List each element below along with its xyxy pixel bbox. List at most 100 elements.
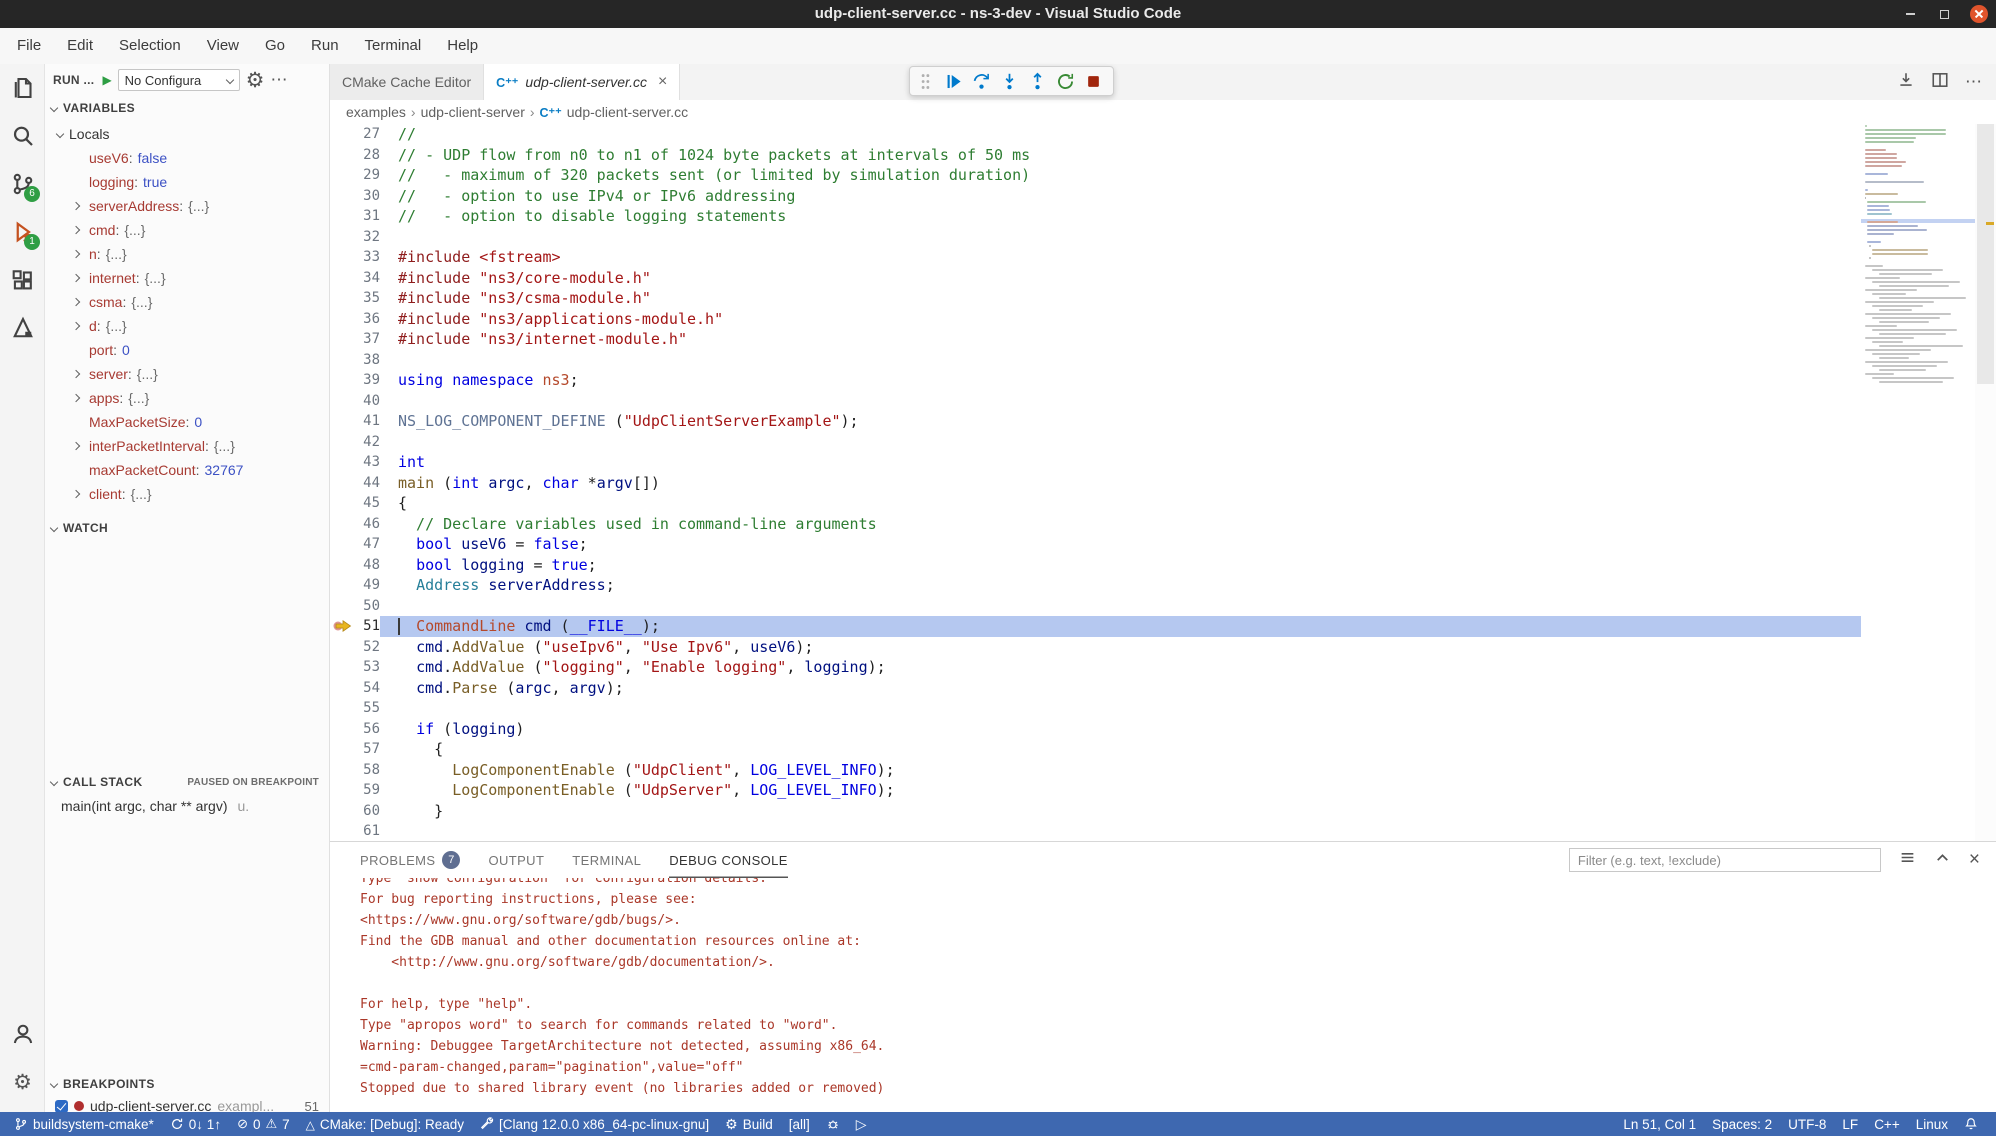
debug-config-dropdown[interactable]: No Configura <box>118 69 240 91</box>
problems-status-item[interactable]: 0 7 <box>229 1112 298 1136</box>
line-number[interactable]: 54 <box>330 678 380 699</box>
line-number[interactable]: 33 <box>330 247 380 268</box>
eol-item[interactable]: LF <box>1834 1112 1866 1136</box>
variable-row-port[interactable]: port:0 <box>45 338 329 362</box>
code-line-29[interactable]: 29// - maximum of 320 packets sent (or l… <box>330 165 1861 186</box>
code-line-37[interactable]: 37#include "ns3/internet-module.h" <box>330 329 1861 350</box>
menu-go[interactable]: Go <box>252 28 298 64</box>
line-number[interactable]: 50 <box>330 596 380 617</box>
variable-row-logging[interactable]: logging:true <box>45 170 329 194</box>
code-line-39[interactable]: 39using namespace ns3; <box>330 370 1861 391</box>
line-number[interactable]: 57 <box>330 739 380 760</box>
code-line-33[interactable]: 33#include <fstream> <box>330 247 1861 268</box>
line-number[interactable]: 41 <box>330 411 380 432</box>
line-number[interactable]: 29 <box>330 165 380 186</box>
source-control-icon[interactable]: 6 <box>0 160 45 208</box>
tab-problems[interactable]: PROBLEMS 7 <box>360 842 460 878</box>
variable-row-maxPacketCount[interactable]: maxPacketCount:32767 <box>45 458 329 482</box>
account-icon[interactable] <box>0 1010 45 1058</box>
editor-scrollbar[interactable] <box>1975 124 1996 841</box>
menu-view[interactable]: View <box>194 28 252 64</box>
more-actions-icon[interactable] <box>271 70 288 90</box>
call-stack-frame[interactable]: main(int argc, char ** argv) u. <box>45 794 329 818</box>
menu-selection[interactable]: Selection <box>106 28 194 64</box>
close-tab-icon[interactable] <box>658 74 667 90</box>
code-line-30[interactable]: 30// - option to use IPv4 or IPv6 addres… <box>330 186 1861 207</box>
breadcrumb-file[interactable]: udp-client-server.cc <box>567 104 688 120</box>
code-line-61[interactable]: 61 <box>330 821 1861 841</box>
watch-section-header[interactable]: WATCH <box>45 516 329 540</box>
variables-section-header[interactable]: VARIABLES <box>45 96 329 120</box>
menu-run[interactable]: Run <box>298 28 352 64</box>
variable-row-apps[interactable]: apps:{...} <box>45 386 329 410</box>
code-line-50[interactable]: 50 <box>330 596 1861 617</box>
code-line-57[interactable]: 57 { <box>330 739 1861 760</box>
minimap[interactable] <box>1861 124 1975 841</box>
line-number[interactable]: 56 <box>330 719 380 740</box>
code-line-32[interactable]: 32 <box>330 227 1861 248</box>
line-number[interactable]: 42 <box>330 432 380 453</box>
menu-terminal[interactable]: Terminal <box>352 28 435 64</box>
line-number[interactable]: 52 <box>330 637 380 658</box>
variable-row-server[interactable]: server:{...} <box>45 362 329 386</box>
code-line-54[interactable]: 54 cmd.Parse (argc, argv); <box>330 678 1861 699</box>
code-line-43[interactable]: 43int <box>330 452 1861 473</box>
code-line-48[interactable]: 48 bool logging = true; <box>330 555 1861 576</box>
code-line-56[interactable]: 56 if (logging) <box>330 719 1861 740</box>
step-into-icon[interactable] <box>1000 72 1019 91</box>
close-button[interactable] <box>1970 5 1988 23</box>
cmake-kit-item[interactable]: [Clang 12.0.0 x86_64-pc-linux-gnu] <box>472 1112 717 1136</box>
line-number[interactable]: 43 <box>330 452 380 473</box>
code-line-49[interactable]: 49 Address serverAddress; <box>330 575 1861 596</box>
line-number[interactable]: 44 <box>330 473 380 494</box>
variable-row-n[interactable]: n:{...} <box>45 242 329 266</box>
variable-row-d[interactable]: d:{...} <box>45 314 329 338</box>
line-number[interactable]: 53 <box>330 657 380 678</box>
variable-row-client[interactable]: client:{...} <box>45 482 329 506</box>
git-branch-item[interactable]: buildsystem-cmake* <box>6 1112 162 1136</box>
line-number[interactable]: 45 <box>330 493 380 514</box>
close-panel-icon[interactable] <box>1969 850 1980 870</box>
sync-changes-item[interactable]: 0↓ 1↑ <box>162 1112 229 1136</box>
line-number[interactable]: 31 <box>330 206 380 227</box>
code-line-28[interactable]: 28// - UDP flow from n0 to n1 of 1024 by… <box>330 145 1861 166</box>
line-number[interactable]: 47 <box>330 534 380 555</box>
maximize-button[interactable] <box>1936 6 1952 22</box>
variable-row-internet[interactable]: internet:{...} <box>45 266 329 290</box>
variable-row-useV6[interactable]: useV6:false <box>45 146 329 170</box>
line-number[interactable]: 40 <box>330 391 380 412</box>
breadcrumb-examples[interactable]: examples <box>346 104 406 120</box>
console-options-icon[interactable] <box>1899 849 1916 871</box>
restart-icon[interactable] <box>1056 72 1075 91</box>
line-number[interactable]: 32 <box>330 227 380 248</box>
code-line-35[interactable]: 35#include "ns3/csma-module.h" <box>330 288 1861 309</box>
line-number[interactable]: 37 <box>330 329 380 350</box>
variable-row-interPacketInterval[interactable]: interPacketInterval:{...} <box>45 434 329 458</box>
tab-output[interactable]: OUTPUT <box>488 842 544 878</box>
stop-icon[interactable] <box>1084 72 1103 91</box>
code-line-34[interactable]: 34#include "ns3/core-module.h" <box>330 268 1861 289</box>
current-execution-arrow-icon[interactable] <box>332 618 356 634</box>
debug-target-button[interactable] <box>818 1112 848 1136</box>
debug-settings-gear-icon[interactable] <box>246 68 265 93</box>
code-line-52[interactable]: 52 cmd.AddValue ("useIpv6", "Use Ipv6", … <box>330 637 1861 658</box>
code-line-47[interactable]: 47 bool useV6 = false; <box>330 534 1861 555</box>
line-number[interactable]: 58 <box>330 760 380 781</box>
cursor-position-item[interactable]: Ln 51, Col 1 <box>1615 1112 1704 1136</box>
notifications-bell-item[interactable] <box>1956 1112 1986 1136</box>
line-number[interactable]: 48 <box>330 555 380 576</box>
tab-udp-client-server[interactable]: C⁺⁺ udp-client-server.cc <box>484 64 680 100</box>
settings-gear-icon[interactable] <box>0 1058 45 1106</box>
line-number[interactable]: 39 <box>330 370 380 391</box>
code-line-53[interactable]: 53 cmd.AddValue ("logging", "Enable logg… <box>330 657 1861 678</box>
tab-debug-console[interactable]: DEBUG CONSOLE <box>669 842 788 878</box>
maximize-panel-icon[interactable] <box>1934 849 1951 871</box>
line-number[interactable]: 30 <box>330 186 380 207</box>
code-line-60[interactable]: 60 } <box>330 801 1861 822</box>
cmake-build-button[interactable]: Build <box>717 1112 781 1136</box>
split-editor-icon[interactable] <box>1931 71 1949 94</box>
extensions-icon[interactable] <box>0 256 45 304</box>
code-line-55[interactable]: 55 <box>330 698 1861 719</box>
more-editor-actions-icon[interactable] <box>1965 72 1982 92</box>
menu-edit[interactable]: Edit <box>54 28 106 64</box>
